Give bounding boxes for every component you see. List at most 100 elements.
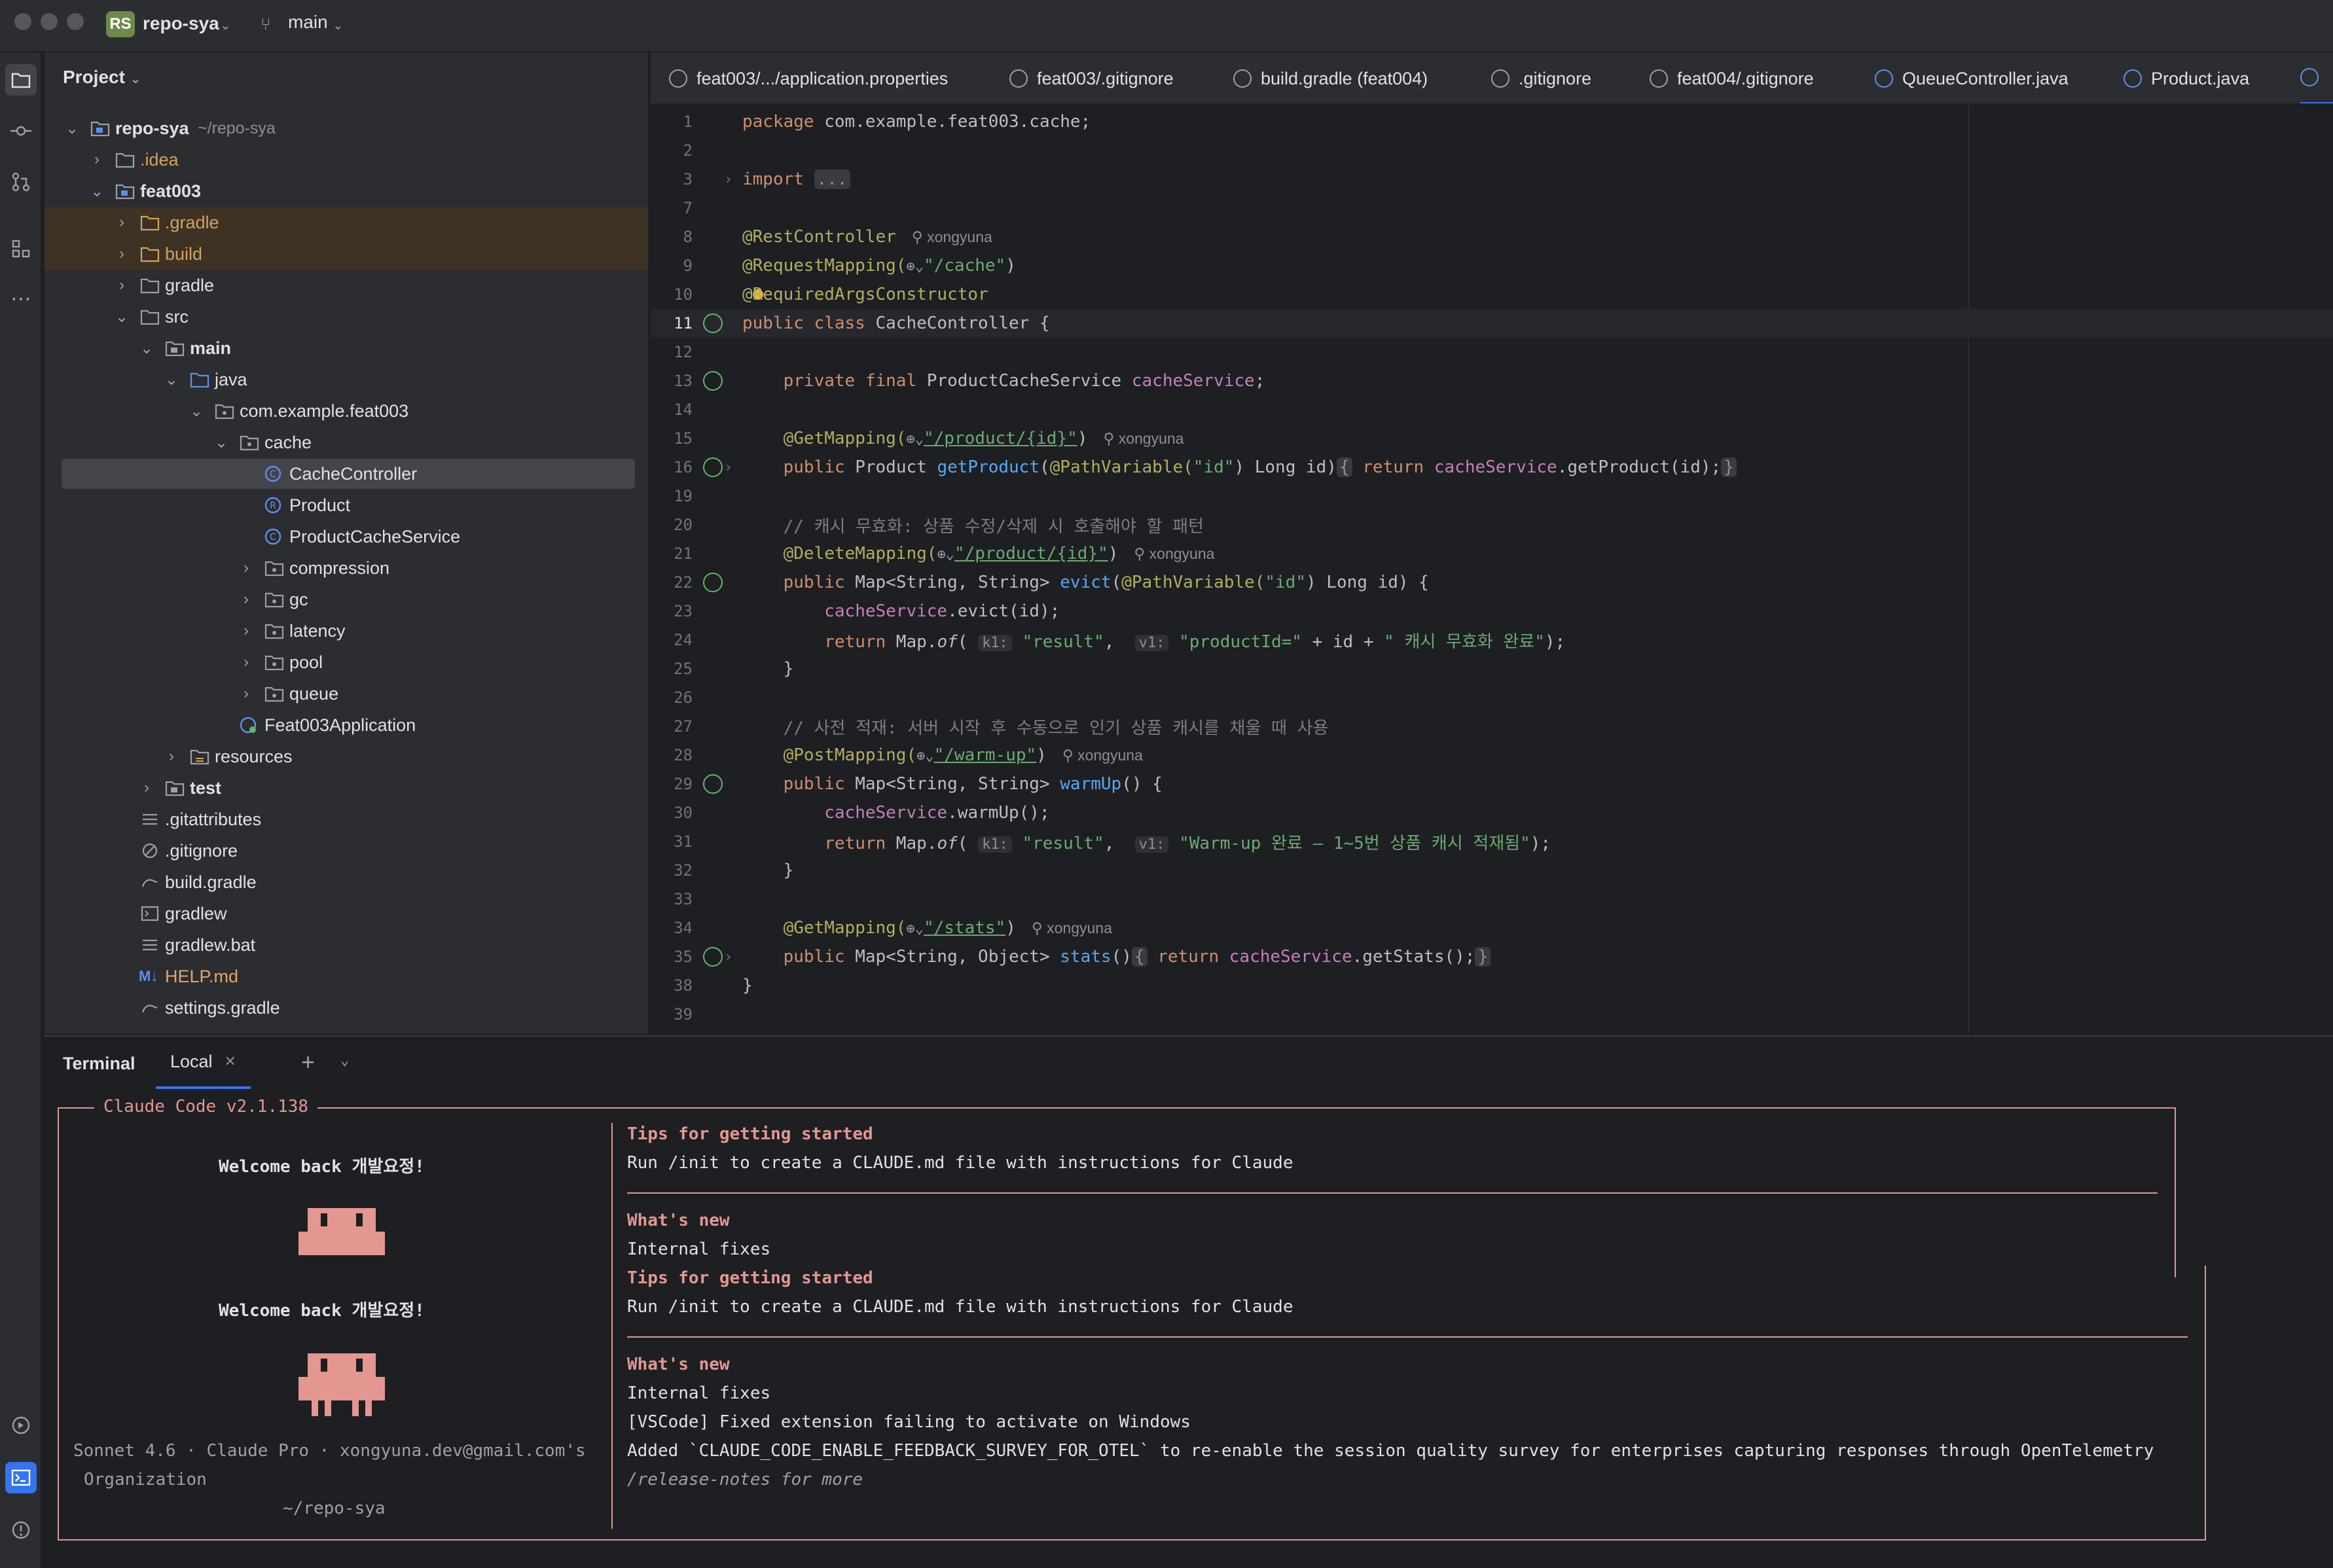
chevron-down-icon[interactable]: ⌄ bbox=[130, 72, 141, 86]
fold-expand-icon[interactable]: › bbox=[724, 459, 732, 476]
tree-item-latency[interactable]: › latency bbox=[45, 615, 648, 647]
code-line[interactable]: 13 private final ProductCacheService cac… bbox=[651, 366, 2333, 395]
chevron-right-icon[interactable]: › bbox=[164, 747, 179, 766]
chevron-right-icon[interactable]: › bbox=[114, 213, 130, 232]
code-line[interactable]: 8 @RestController ⚲ xongyuna bbox=[651, 223, 2333, 251]
folded-imports[interactable]: ... bbox=[814, 169, 850, 189]
web-endpoint-icon[interactable]: ⊕⌄ bbox=[906, 258, 924, 275]
tree-item-help-md[interactable]: M↓ HELP.md bbox=[45, 961, 648, 992]
code-line[interactable]: 31 return Map.of( k1: "result", v1: "War… bbox=[651, 827, 2333, 856]
project-badge[interactable]: RS bbox=[106, 11, 135, 37]
tab-queuecontroller[interactable]: QueueController.java bbox=[1875, 52, 2069, 103]
window-minimize-button[interactable] bbox=[41, 13, 58, 30]
code-line[interactable]: 21 @DeleteMapping(⊕⌄"/product/{id}") ⚲ xo… bbox=[651, 539, 2333, 568]
pull-requests-tool-button[interactable] bbox=[5, 166, 37, 198]
code-line[interactable]: 26 bbox=[651, 683, 2333, 712]
commit-tool-button[interactable] bbox=[5, 115, 37, 147]
tree-item-gradle[interactable]: › gradle bbox=[45, 270, 648, 301]
chevron-right-icon[interactable]: › bbox=[238, 559, 254, 577]
chevron-down-icon[interactable]: ⌄ bbox=[189, 402, 204, 421]
tree-item-compression[interactable]: › compression bbox=[45, 552, 648, 584]
spring-bean-gutter-icon[interactable] bbox=[703, 313, 723, 333]
tree-item-build-gradle[interactable]: build.gradle bbox=[45, 866, 648, 898]
project-panel-title[interactable]: Project ⌄ bbox=[63, 67, 141, 88]
chevron-right-icon[interactable]: › bbox=[139, 779, 154, 797]
code-line[interactable]: 9 @RequestMapping(⊕⌄"/cache") bbox=[651, 251, 2333, 280]
code-line[interactable]: 35 › public Map<String, Object> stats(){… bbox=[651, 942, 2333, 971]
tree-item-idea[interactable]: › .idea bbox=[45, 144, 648, 175]
chevron-right-icon[interactable]: › bbox=[238, 622, 254, 640]
tree-item-gradlew[interactable]: gradlew bbox=[45, 898, 648, 929]
endpoint-gutter-icon[interactable] bbox=[703, 947, 723, 967]
chevron-down-icon[interactable]: ⌄ bbox=[213, 433, 229, 452]
more-tools-icon[interactable]: ⋯ bbox=[5, 283, 37, 314]
tree-item-pool[interactable]: › pool bbox=[45, 647, 648, 678]
tab-gitignore[interactable]: .gitignore bbox=[1491, 52, 1591, 103]
endpoint-gutter-icon[interactable] bbox=[703, 573, 723, 592]
tree-item-settings-gradle[interactable]: settings.gradle bbox=[45, 992, 648, 1024]
endpoint-gutter-icon[interactable] bbox=[703, 457, 723, 477]
chevron-right-icon[interactable]: › bbox=[238, 590, 254, 609]
tree-item-src[interactable]: ⌄ src bbox=[45, 301, 648, 332]
tab-feat003-gitignore[interactable]: feat003/.gitignore bbox=[1009, 52, 1174, 103]
code-line[interactable]: 11 public class CacheController { bbox=[651, 309, 2333, 338]
tree-item-main[interactable]: ⌄ main bbox=[45, 332, 648, 364]
code-line[interactable]: 14 bbox=[651, 395, 2333, 424]
spring-bean-gutter-icon[interactable] bbox=[703, 371, 723, 391]
web-endpoint-icon[interactable]: ⊕⌄ bbox=[916, 748, 934, 764]
code-line[interactable]: 23 cacheService.evict(id); bbox=[651, 597, 2333, 626]
problems-tool-button[interactable] bbox=[5, 1514, 37, 1546]
close-icon[interactable]: ✕ bbox=[225, 1053, 236, 1070]
chevron-right-icon[interactable]: › bbox=[114, 245, 130, 263]
tree-item-productcacheservice[interactable]: C ProductCacheService bbox=[45, 521, 648, 552]
tree-item-build[interactable]: › build bbox=[45, 238, 648, 270]
tree-item-cachecontroller[interactable]: C CacheController bbox=[45, 458, 648, 490]
code-line[interactable]: 39 bbox=[651, 1000, 2333, 1029]
tab-application-properties[interactable]: feat003/.../application.properties bbox=[669, 52, 948, 103]
project-switcher[interactable]: repo-sya bbox=[143, 13, 219, 34]
project-tool-button[interactable] bbox=[5, 64, 37, 96]
terminal-tab-local[interactable]: Local ✕ bbox=[156, 1037, 251, 1089]
code-line[interactable]: 1 package com.example.feat003.cache; bbox=[651, 107, 2333, 136]
code-editor[interactable]: 1 package com.example.feat003.cache; 2 3… bbox=[651, 105, 2333, 1034]
code-line[interactable]: 19 bbox=[651, 482, 2333, 510]
tree-item-resources[interactable]: › resources bbox=[45, 741, 648, 772]
tree-item-gitattributes[interactable]: .gitattributes bbox=[45, 804, 648, 835]
code-line[interactable]: 20 // 캐시 무효화: 상품 수정/삭제 시 호출해야 할 패턴 bbox=[651, 510, 2333, 539]
code-line[interactable]: 32 } bbox=[651, 856, 2333, 885]
new-terminal-button[interactable]: + bbox=[301, 1048, 315, 1076]
tab-build-gradle-feat004[interactable]: build.gradle (feat004) bbox=[1233, 52, 1428, 103]
window-zoom-button[interactable] bbox=[67, 13, 84, 30]
tree-item-gitignore[interactable]: .gitignore bbox=[45, 835, 648, 866]
web-endpoint-icon[interactable]: ⊕⌄ bbox=[937, 546, 954, 563]
tree-item-gradlew-bat[interactable]: gradlew.bat bbox=[45, 929, 648, 961]
chevron-down-icon[interactable]: ⌄ bbox=[340, 1052, 349, 1069]
tree-item-feat003[interactable]: ⌄ feat003 bbox=[45, 175, 648, 207]
chevron-down-icon[interactable]: ⌄ bbox=[333, 17, 344, 33]
endpoint-gutter-icon[interactable] bbox=[703, 774, 723, 794]
chevron-down-icon[interactable]: ⌄ bbox=[139, 339, 154, 358]
code-line[interactable]: 10 @RequiredArgsConstructor bbox=[651, 280, 2333, 309]
code-line[interactable]: 33 bbox=[651, 885, 2333, 914]
code-line[interactable]: 27 // 사전 적재: 서버 시작 후 수동으로 인기 상품 캐시를 채울 때… bbox=[651, 712, 2333, 741]
author-hint[interactable]: ⚲ xongyuna bbox=[1062, 747, 1143, 764]
code-line[interactable]: 25 } bbox=[651, 654, 2333, 683]
author-hint[interactable]: ⚲ xongyuna bbox=[912, 228, 992, 245]
code-line[interactable]: 16 › public Product getProduct(@PathVari… bbox=[651, 453, 2333, 482]
web-endpoint-icon[interactable]: ⊕⌄ bbox=[906, 921, 924, 937]
tree-item-repo-sya[interactable]: ⌄ repo-sya ~/repo-sya bbox=[45, 113, 648, 144]
window-close-button[interactable] bbox=[14, 13, 31, 30]
chevron-right-icon[interactable]: › bbox=[89, 151, 105, 169]
tree-item-queue[interactable]: › queue bbox=[45, 678, 648, 709]
tree-item-gradle-hidden[interactable]: › .gradle bbox=[45, 207, 648, 238]
code-line[interactable]: 7 bbox=[651, 194, 2333, 223]
code-line[interactable]: 34 @GetMapping(⊕⌄"/stats") ⚲ xongyuna bbox=[651, 914, 2333, 942]
code-line[interactable]: 28 @PostMapping(⊕⌄"/warm-up") ⚲ xongyuna bbox=[651, 741, 2333, 770]
code-line[interactable]: 29 public Map<String, String> warmUp() { bbox=[651, 770, 2333, 798]
code-line[interactable]: 15 @GetMapping(⊕⌄"/product/{id}") ⚲ xongy… bbox=[651, 424, 2333, 453]
tab-product[interactable]: Product.java bbox=[2124, 52, 2249, 103]
branch-switcher[interactable]: main bbox=[288, 12, 328, 33]
tree-item-cache[interactable]: ⌄ cache bbox=[45, 427, 648, 458]
code-line[interactable]: 12 bbox=[651, 338, 2333, 366]
chevron-right-icon[interactable]: › bbox=[238, 653, 254, 671]
